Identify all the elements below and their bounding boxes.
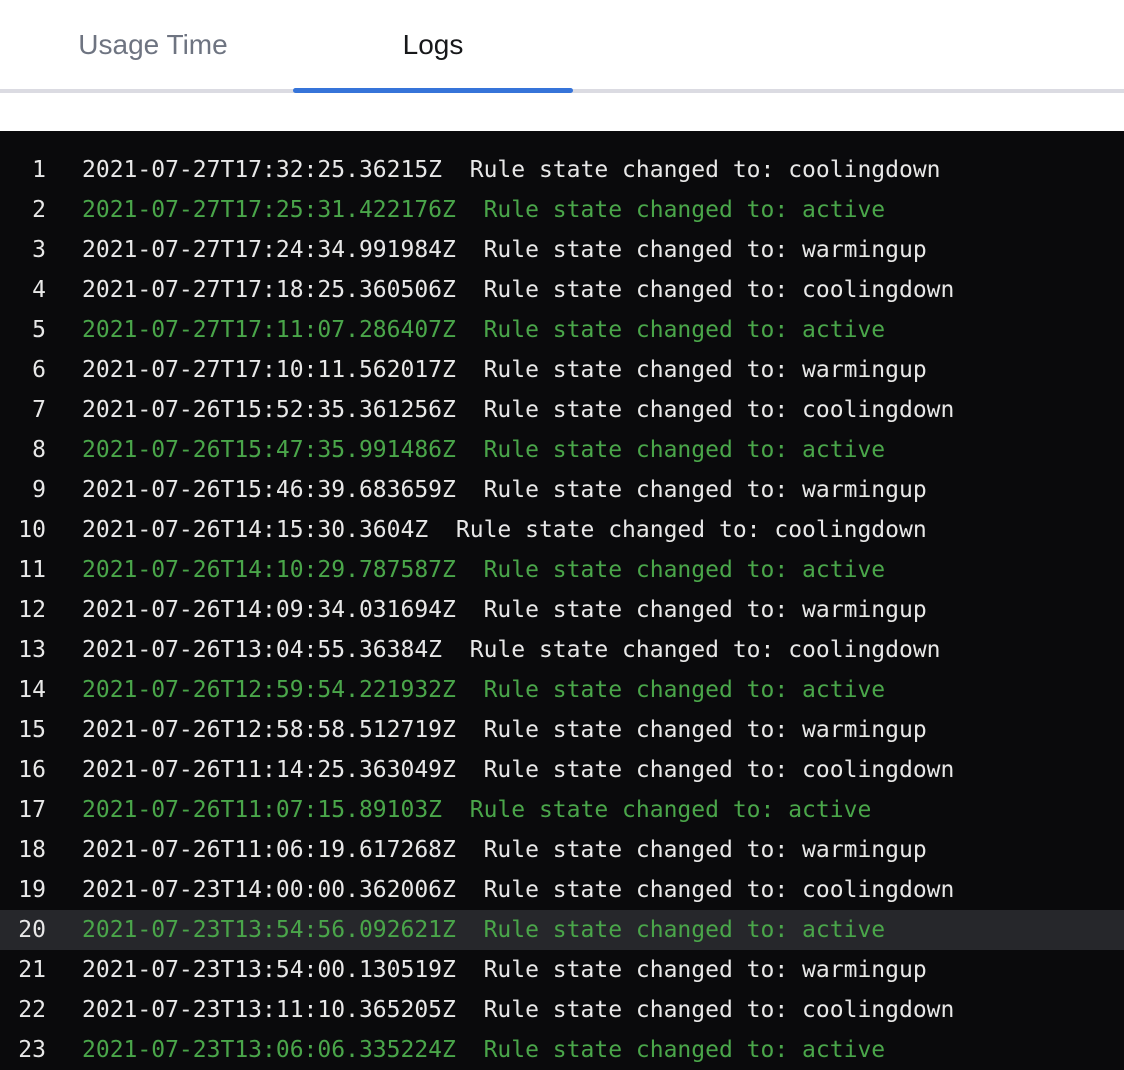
log-line-text: 2021-07-26T11:06:19.617268Z Rule state c… xyxy=(82,837,927,863)
log-line-number: 4 xyxy=(0,277,46,303)
tab-bar: Usage Time Logs xyxy=(0,0,1124,93)
log-line-number: 18 xyxy=(0,837,46,863)
log-line-text: 2021-07-27T17:24:34.991984Z Rule state c… xyxy=(82,237,927,263)
log-row[interactable]: 20 2021-07-23T13:54:56.092621Z Rule state… xyxy=(0,910,1124,950)
log-line-text: 2021-07-23T13:06:06.335224Z Rule state c… xyxy=(82,1037,885,1063)
log-row[interactable]: 13 2021-07-26T13:04:55.36384Z Rule state … xyxy=(0,630,1124,670)
log-line-text: 2021-07-26T15:52:35.361256Z Rule state c… xyxy=(82,397,954,423)
tab-usage-time[interactable]: Usage Time xyxy=(13,0,293,89)
log-line-text: 2021-07-26T15:46:39.683659Z Rule state c… xyxy=(82,477,927,503)
log-line-text: 2021-07-26T11:14:25.363049Z Rule state c… xyxy=(82,757,954,783)
log-row[interactable]: 18 2021-07-26T11:06:19.617268Z Rule state… xyxy=(0,830,1124,870)
log-line-text: 2021-07-27T17:25:31.422176Z Rule state c… xyxy=(82,197,885,223)
log-line-number: 16 xyxy=(0,757,46,783)
log-row[interactable]: 3 2021-07-27T17:24:34.991984Z Rule state … xyxy=(0,230,1124,270)
log-row[interactable]: 6 2021-07-27T17:10:11.562017Z Rule state … xyxy=(0,350,1124,390)
log-row[interactable]: 2 2021-07-27T17:25:31.422176Z Rule state … xyxy=(0,190,1124,230)
log-row[interactable]: 12 2021-07-26T14:09:34.031694Z Rule state… xyxy=(0,590,1124,630)
log-row[interactable]: 11 2021-07-26T14:10:29.787587Z Rule state… xyxy=(0,550,1124,590)
log-line-number: 6 xyxy=(0,357,46,383)
log-line-text: 2021-07-26T12:58:58.512719Z Rule state c… xyxy=(82,717,927,743)
log-line-number: 11 xyxy=(0,557,46,583)
log-row[interactable]: 16 2021-07-26T11:14:25.363049Z Rule state… xyxy=(0,750,1124,790)
log-line-text: 2021-07-23T14:00:00.362006Z Rule state c… xyxy=(82,877,954,903)
log-line-text: 2021-07-26T11:07:15.89103Z Rule state ch… xyxy=(82,797,871,823)
log-line-text: 2021-07-26T14:10:29.787587Z Rule state c… xyxy=(82,557,885,583)
log-line-text: 2021-07-26T14:09:34.031694Z Rule state c… xyxy=(82,597,927,623)
tab-usage-time-label: Usage Time xyxy=(78,29,227,61)
log-row[interactable]: 23 2021-07-23T13:06:06.335224Z Rule state… xyxy=(0,1030,1124,1070)
log-line-number: 10 xyxy=(0,517,46,543)
log-line-number: 13 xyxy=(0,637,46,663)
log-row[interactable]: 9 2021-07-26T15:46:39.683659Z Rule state … xyxy=(0,470,1124,510)
log-line-number: 22 xyxy=(0,997,46,1023)
log-line-number: 2 xyxy=(0,197,46,223)
log-line-number: 15 xyxy=(0,717,46,743)
log-line-number: 23 xyxy=(0,1037,46,1063)
log-line-number: 19 xyxy=(0,877,46,903)
log-line-number: 1 xyxy=(0,157,46,183)
tab-list: Usage Time Logs xyxy=(13,0,1124,89)
tab-logs-label: Logs xyxy=(403,29,464,61)
log-line-text: 2021-07-23T13:11:10.365205Z Rule state c… xyxy=(82,997,954,1023)
log-line-text: 2021-07-26T14:15:30.3604Z Rule state cha… xyxy=(82,517,927,543)
log-line-number: 14 xyxy=(0,677,46,703)
log-row[interactable]: 17 2021-07-26T11:07:15.89103Z Rule state … xyxy=(0,790,1124,830)
log-row[interactable]: 22 2021-07-23T13:11:10.365205Z Rule state… xyxy=(0,990,1124,1030)
log-row[interactable]: 14 2021-07-26T12:59:54.221932Z Rule state… xyxy=(0,670,1124,710)
log-line-number: 20 xyxy=(0,917,46,943)
log-line-text: 2021-07-26T13:04:55.36384Z Rule state ch… xyxy=(82,637,941,663)
log-line-number: 8 xyxy=(0,437,46,463)
log-row[interactable]: 5 2021-07-27T17:11:07.286407Z Rule state … xyxy=(0,310,1124,350)
log-row[interactable]: 8 2021-07-26T15:47:35.991486Z Rule state … xyxy=(0,430,1124,470)
tab-logs[interactable]: Logs xyxy=(293,0,573,89)
log-row[interactable]: 15 2021-07-26T12:58:58.512719Z Rule state… xyxy=(0,710,1124,750)
log-row[interactable]: 21 2021-07-23T13:54:00.130519Z Rule state… xyxy=(0,950,1124,990)
log-line-number: 9 xyxy=(0,477,46,503)
log-line-text: 2021-07-27T17:10:11.562017Z Rule state c… xyxy=(82,357,927,383)
log-line-text: 2021-07-26T12:59:54.221932Z Rule state c… xyxy=(82,677,885,703)
log-line-text: 2021-07-27T17:32:25.36215Z Rule state ch… xyxy=(82,157,941,183)
log-row[interactable]: 4 2021-07-27T17:18:25.360506Z Rule state … xyxy=(0,270,1124,310)
log-line-text: 2021-07-27T17:11:07.286407Z Rule state c… xyxy=(82,317,885,343)
log-line-number: 3 xyxy=(0,237,46,263)
log-row[interactable]: 7 2021-07-26T15:52:35.361256Z Rule state … xyxy=(0,390,1124,430)
log-line-number: 7 xyxy=(0,397,46,423)
log-line-number: 17 xyxy=(0,797,46,823)
log-line-text: 2021-07-27T17:18:25.360506Z Rule state c… xyxy=(82,277,954,303)
log-row[interactable]: 19 2021-07-23T14:00:00.362006Z Rule state… xyxy=(0,870,1124,910)
log-panel: 1 2021-07-27T17:32:25.36215Z Rule state c… xyxy=(0,131,1124,1070)
log-line-text: 2021-07-26T15:47:35.991486Z Rule state c… xyxy=(82,437,885,463)
log-line-number: 12 xyxy=(0,597,46,623)
log-line-text: 2021-07-23T13:54:00.130519Z Rule state c… xyxy=(82,957,927,983)
log-row[interactable]: 1 2021-07-27T17:32:25.36215Z Rule state c… xyxy=(0,150,1124,190)
active-tab-indicator xyxy=(293,88,573,93)
log-line-number: 21 xyxy=(0,957,46,983)
log-line-text: 2021-07-23T13:54:56.092621Z Rule state c… xyxy=(82,917,885,943)
log-row[interactable]: 10 2021-07-26T14:15:30.3604Z Rule state c… xyxy=(0,510,1124,550)
log-line-number: 5 xyxy=(0,317,46,343)
